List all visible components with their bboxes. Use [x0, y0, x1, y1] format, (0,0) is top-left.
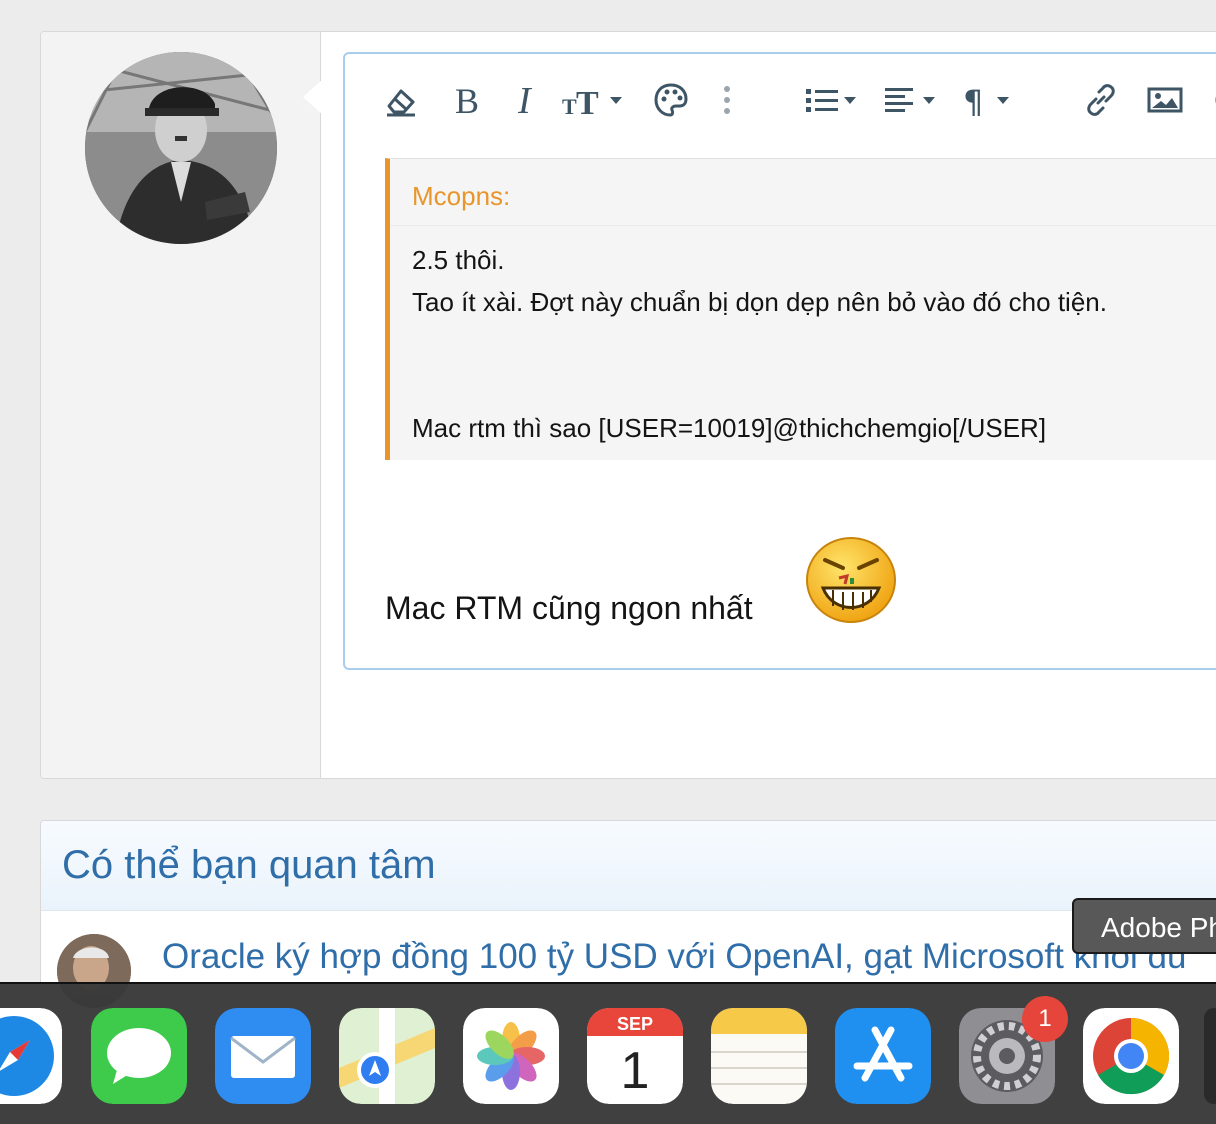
paragraph-icon: ¶	[963, 83, 983, 118]
editor-toolbar: B I T T ¶	[345, 54, 1216, 144]
reply-editor[interactable]: B I T T ¶ Mcopns: 2.5 thôi. Tao ít xài. …	[343, 52, 1216, 670]
notification-badge: 1	[1022, 996, 1068, 1042]
dock-app-notes[interactable]	[711, 1008, 807, 1104]
related-header: Có thể bạn quan tâm	[41, 821, 1216, 911]
calendar-icon: SEP 1	[587, 1008, 683, 1104]
text-color-button[interactable]	[653, 80, 689, 120]
messages-icon	[91, 1008, 187, 1104]
chrome-icon	[1083, 1008, 1179, 1104]
grinning-smiley-icon	[806, 537, 896, 623]
quote-author[interactable]: Mcopns:	[412, 181, 510, 212]
calendar-month: SEP	[617, 1014, 653, 1034]
notes-icon	[711, 1008, 807, 1104]
dock-app-mail[interactable]	[215, 1008, 311, 1104]
paragraph-button[interactable]: ¶	[963, 80, 1009, 120]
image-icon	[1147, 87, 1183, 113]
list-button[interactable]	[804, 80, 856, 120]
reply-text[interactable]: Mac RTM cũng ngon nhất	[385, 590, 753, 627]
align-button[interactable]	[883, 80, 935, 120]
quote-line: Mac rtm thì sao [USER=10019]@thichchemgi…	[412, 413, 1047, 443]
photos-icon	[463, 1008, 559, 1104]
chevron-down-icon	[997, 96, 1009, 104]
maps-icon	[339, 1008, 435, 1104]
chevron-down-icon	[923, 96, 935, 104]
italic-icon: I	[517, 82, 533, 118]
dock-app-chrome[interactable]	[1083, 1008, 1179, 1104]
dock-tooltip: Adobe Ph	[1072, 898, 1216, 954]
link-icon	[1087, 84, 1115, 116]
user-avatar[interactable]	[85, 52, 277, 244]
svg-text:¶: ¶	[963, 83, 983, 118]
palette-icon	[654, 83, 688, 117]
dock-app-calendar[interactable]: SEP 1	[587, 1008, 683, 1104]
quote-line: Tao ít xài. Đợt này chuẩn bị dọn dẹp nên…	[412, 287, 1107, 317]
font-size-button[interactable]: T T	[562, 80, 622, 120]
chevron-down-icon	[844, 96, 856, 104]
calendar-day: 1	[621, 1042, 650, 1100]
app-store-icon	[835, 1008, 931, 1104]
toolbar-overflow-icon[interactable]	[1211, 80, 1216, 120]
list-icon	[806, 89, 838, 112]
bold-icon: B	[455, 82, 479, 118]
dock-app-app-store[interactable]	[835, 1008, 931, 1104]
quote-divider	[390, 225, 1216, 226]
safari-icon	[0, 1008, 62, 1104]
clear-formatting-button[interactable]	[383, 80, 419, 120]
mail-icon	[215, 1008, 311, 1104]
eraser-icon	[387, 89, 415, 117]
screen: B I T T ¶ Mcopns: 2.5 thôi. Tao ít xài. …	[0, 0, 1216, 1124]
post-container: B I T T ¶ Mcopns: 2.5 thôi. Tao ít xài. …	[40, 31, 1216, 779]
insert-image-button[interactable]	[1147, 80, 1183, 120]
related-title: Có thể bạn quan tâm	[62, 843, 436, 887]
dock-app-safari[interactable]	[0, 1008, 62, 1104]
quote-line: 2.5 thôi.	[412, 245, 505, 275]
dock-app-photos[interactable]	[463, 1008, 559, 1104]
align-left-icon	[885, 88, 913, 112]
vertical-ellipsis-icon	[724, 86, 730, 114]
svg-text:B: B	[455, 82, 479, 118]
text-size-icon: T T	[562, 85, 599, 118]
dock-app-messages[interactable]	[91, 1008, 187, 1104]
insert-link-button[interactable]	[1083, 80, 1119, 120]
quote-block: Mcopns: 2.5 thôi. Tao ít xài. Đợt này ch…	[385, 158, 1216, 460]
more-options-button[interactable]	[723, 80, 731, 120]
avatar-photo	[85, 52, 277, 244]
post-user-sidebar	[41, 32, 321, 778]
italic-button[interactable]: I	[516, 80, 544, 120]
related-item-link[interactable]: Oracle ký hợp đồng 100 tỷ USD với OpenAI…	[162, 937, 1186, 977]
dock-app-partial[interactable]	[1204, 1008, 1216, 1104]
svg-text:T: T	[562, 94, 577, 118]
post-pointer	[303, 79, 323, 115]
bold-button[interactable]: B	[453, 80, 481, 120]
chevron-down-icon	[610, 96, 622, 104]
svg-text:I: I	[517, 82, 533, 118]
svg-text:T: T	[576, 85, 599, 118]
dock-app-maps[interactable]	[339, 1008, 435, 1104]
